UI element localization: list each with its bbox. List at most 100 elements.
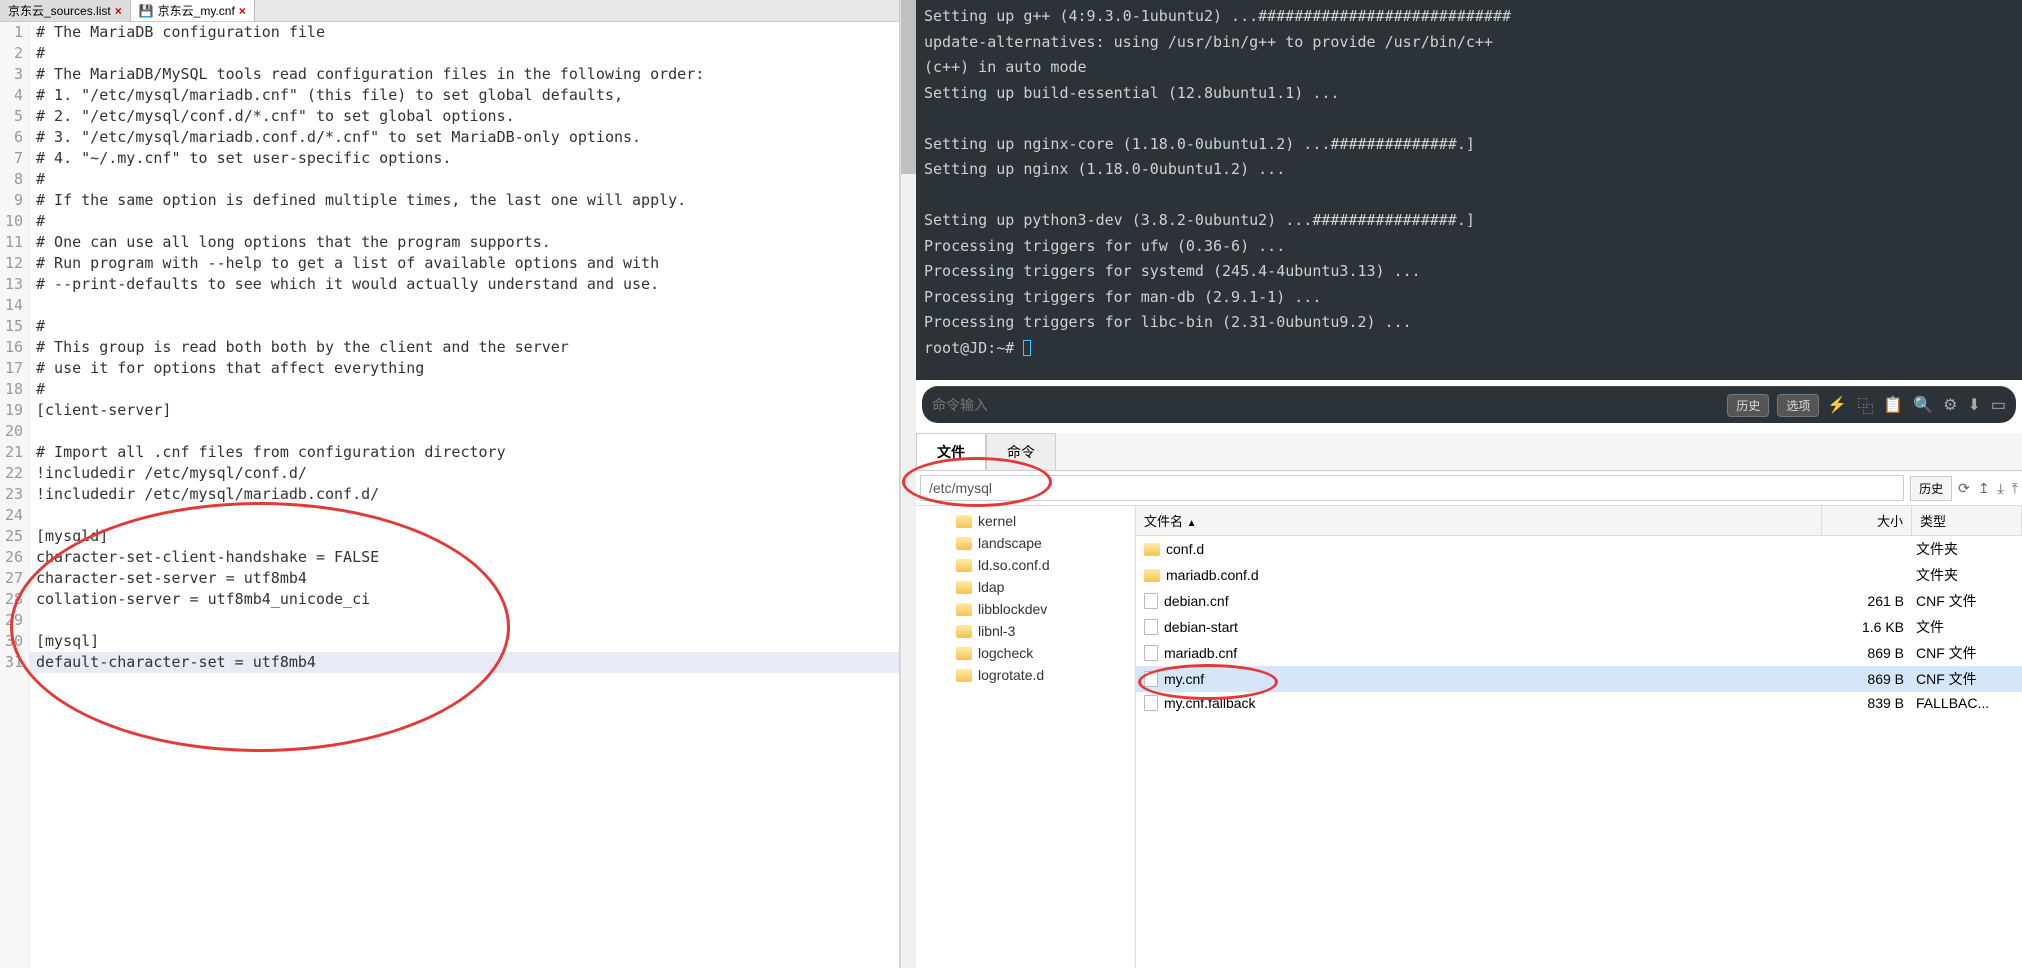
code-line[interactable]: default-character-set = utf8mb4 [30, 652, 899, 673]
terminal-line: Setting up nginx (1.18.0-0ubuntu1.2) ... [924, 157, 2014, 183]
code-line[interactable]: # 3. "/etc/mysql/mariadb.conf.d/*.cnf" t… [30, 127, 899, 148]
code-line[interactable]: # use it for options that affect everyth… [30, 358, 899, 379]
code-line[interactable] [30, 610, 899, 631]
code-line[interactable]: # Run program with --help to get a list … [30, 253, 899, 274]
folder-tree-item[interactable]: logrotate.d [916, 664, 1135, 686]
folder-tree-item[interactable]: ld.so.conf.d [916, 554, 1135, 576]
file-row[interactable]: debian-start1.6 KB文件 [1136, 614, 2022, 640]
code-line[interactable] [30, 295, 899, 316]
file-list: 文件名 ▲ 大小 类型 conf.d文件夹 mariadb.conf.d 文件夹 de… [1136, 506, 2022, 968]
line-number: 17 [0, 358, 23, 379]
folder-tree-item[interactable]: libnl-3 [916, 620, 1135, 642]
gear-icon[interactable]: ⚙ [1943, 395, 1957, 415]
file-row[interactable]: debian.cnf261 BCNF 文件 [1136, 588, 2022, 614]
code-line[interactable] [30, 505, 899, 526]
close-icon[interactable]: × [239, 4, 246, 18]
file-row[interactable]: my.cnf869 BCNF 文件 [1136, 666, 2022, 692]
folder-tree-item[interactable]: ldap [916, 576, 1135, 598]
code-line[interactable]: character-set-server = utf8mb4 [30, 568, 899, 589]
code-line[interactable]: # [30, 316, 899, 337]
refresh-icon[interactable]: ⟳ [1958, 480, 1970, 497]
up-icon[interactable]: ↥ [1978, 480, 1990, 497]
tab-commands[interactable]: 命令 [986, 433, 1056, 470]
line-number: 23 [0, 484, 23, 505]
code-line[interactable]: # The MariaDB configuration file [30, 22, 899, 43]
line-number: 12 [0, 253, 23, 274]
line-gutter: 1234567891011121314151617181920212223242… [0, 22, 30, 968]
code-line[interactable]: !includedir /etc/mysql/conf.d/ [30, 463, 899, 484]
folder-tree-item[interactable]: logcheck [916, 642, 1135, 664]
history-button[interactable]: 历史 [1727, 394, 1769, 417]
code-line[interactable]: # [30, 379, 899, 400]
code-line[interactable]: # The MariaDB/MySQL tools read configura… [30, 64, 899, 85]
code-line[interactable]: # One can use all long options that the … [30, 232, 899, 253]
path-history-button[interactable]: 历史 [1910, 476, 1952, 501]
bolt-icon[interactable]: ⚡ [1827, 395, 1847, 415]
file-row[interactable]: mariadb.cnf869 BCNF 文件 [1136, 640, 2022, 666]
code-line[interactable]: [client-server] [30, 400, 899, 421]
folder-tree-item[interactable]: kernel [916, 510, 1135, 532]
paste-icon[interactable]: 📋 [1883, 395, 1903, 415]
tab-files[interactable]: 文件 [916, 433, 986, 470]
code-line[interactable]: collation-server = utf8mb4_unicode_ci [30, 589, 899, 610]
code-line[interactable]: !includedir /etc/mysql/mariadb.conf.d/ [30, 484, 899, 505]
file-type: FALLBAC... [1912, 695, 2022, 711]
code-line[interactable]: # 1. "/etc/mysql/mariadb.cnf" (this file… [30, 85, 899, 106]
path-input[interactable] [920, 475, 1904, 501]
header-type[interactable]: 类型 [1912, 506, 2022, 535]
code-line[interactable]: # [30, 43, 899, 64]
tab-sources-list[interactable]: 京东云_sources.list × [0, 0, 131, 21]
code-line[interactable]: # This group is read both both by the cl… [30, 337, 899, 358]
upload-icon[interactable]: ⤒ [2012, 480, 2018, 497]
code-line[interactable]: [mysql] [30, 631, 899, 652]
line-number: 4 [0, 85, 23, 106]
search-icon[interactable]: 🔍 [1913, 395, 1933, 415]
close-icon[interactable]: × [115, 4, 122, 18]
line-number: 11 [0, 232, 23, 253]
download-icon[interactable]: ⤓ [1998, 480, 2004, 497]
folder-icon [956, 515, 972, 528]
file-size: 261 B [1822, 593, 1912, 609]
folder-icon [956, 669, 972, 682]
line-number: 10 [0, 211, 23, 232]
editor-scrollbar[interactable] [900, 0, 916, 968]
terminal-output[interactable]: Setting up g++ (4:9.3.0-1ubuntu2) ...###… [916, 0, 2022, 380]
code-line[interactable] [30, 421, 899, 442]
options-button[interactable]: 选项 [1777, 394, 1819, 417]
code-line[interactable]: [mysqld] [30, 526, 899, 547]
line-number: 22 [0, 463, 23, 484]
header-name[interactable]: 文件名 ▲ [1136, 506, 1822, 535]
file-row[interactable]: my.cnf.fallback839 BFALLBAC... [1136, 692, 2022, 714]
file-browser: kernellandscapeld.so.conf.dldaplibblockd… [916, 506, 2022, 968]
code-line[interactable]: # Import all .cnf files from configurati… [30, 442, 899, 463]
maximize-icon[interactable]: ▭ [1991, 395, 2006, 415]
command-input-bar: 历史 选项 ⚡ ⿻ 📋 🔍 ⚙ ⬇ ▭ [922, 386, 2016, 423]
file-type: CNF 文件 [1912, 643, 2022, 663]
header-size[interactable]: 大小 [1822, 506, 1912, 535]
download-icon[interactable]: ⬇ [1967, 395, 1980, 415]
code-line[interactable]: # 2. "/etc/mysql/conf.d/*.cnf" to set gl… [30, 106, 899, 127]
code-line[interactable]: # [30, 169, 899, 190]
file-row[interactable]: mariadb.conf.d 文件夹 [1136, 562, 2022, 588]
folder-tree-item[interactable]: landscape [916, 532, 1135, 554]
folder-tree-item[interactable]: libblockdev [916, 598, 1135, 620]
folder-icon [1144, 543, 1160, 556]
line-number: 6 [0, 127, 23, 148]
command-input[interactable] [932, 397, 1719, 413]
code-area[interactable]: # The MariaDB configuration file## The M… [30, 22, 899, 968]
terminal-line: Processing triggers for man-db (2.9.1-1)… [924, 285, 2014, 311]
file-name: mariadb.conf.d [1166, 567, 1259, 583]
code-line[interactable]: # If the same option is defined multiple… [30, 190, 899, 211]
folder-icon [956, 559, 972, 572]
code-line[interactable]: # [30, 211, 899, 232]
file-type: 文件夹 [1912, 565, 2022, 585]
line-number: 28 [0, 589, 23, 610]
code-line[interactable]: character-set-client-handshake = FALSE [30, 547, 899, 568]
tab-my-cnf[interactable]: 💾 京东云_my.cnf × [131, 0, 255, 21]
code-editor[interactable]: 1234567891011121314151617181920212223242… [0, 22, 899, 968]
file-row[interactable]: conf.d文件夹 [1136, 536, 2022, 562]
code-line[interactable]: # 4. "~/.my.cnf" to set user-specific op… [30, 148, 899, 169]
code-line[interactable]: # --print-defaults to see which it would… [30, 274, 899, 295]
copy-icon[interactable]: ⿻ [1857, 393, 1873, 417]
folder-tree[interactable]: kernellandscapeld.so.conf.dldaplibblockd… [916, 506, 1136, 968]
